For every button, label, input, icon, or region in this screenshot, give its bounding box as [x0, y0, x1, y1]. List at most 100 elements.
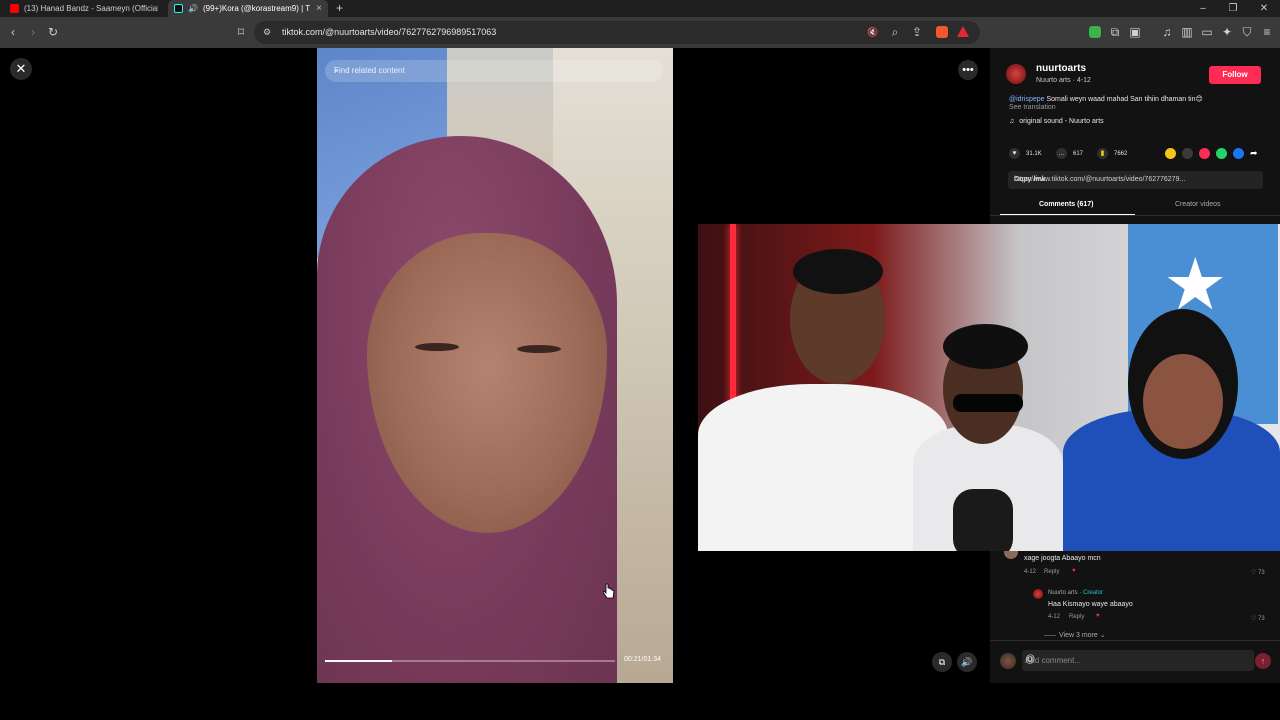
- like-count: 31.1K: [1026, 150, 1042, 157]
- browser-toolbar: ‹ › ↻ ⌑ ⚙ tiktok.com/@nuurtoarts/video/7…: [0, 17, 1280, 48]
- repost-icon[interactable]: [1165, 148, 1176, 159]
- more-options-button[interactable]: •••: [958, 60, 978, 80]
- tab-comments[interactable]: Comments (617): [1039, 201, 1093, 208]
- microphone-icon: [953, 489, 1013, 551]
- video-time: 00:21/01:34: [624, 656, 661, 663]
- video-progress-fill: [325, 660, 392, 662]
- brave-shield-icon[interactable]: [936, 26, 948, 38]
- mute-icon[interactable]: 🔇: [866, 25, 880, 39]
- tiktok-icon: [174, 4, 183, 13]
- vpn-icon[interactable]: ⛉: [1240, 25, 1254, 39]
- reload-icon[interactable]: ↻: [46, 25, 60, 39]
- related-search-input[interactable]: Find related content ⌕: [325, 60, 663, 82]
- maximize-button[interactable]: ❐: [1218, 0, 1248, 17]
- comment-text: xage joogta Abaayo mcn: [1024, 555, 1101, 562]
- comment-like-count: 73: [1258, 570, 1265, 576]
- reply-button[interactable]: Reply: [1044, 569, 1059, 575]
- commenter-avatar[interactable]: [1004, 551, 1018, 559]
- creator-reply-avatar[interactable]: [1033, 589, 1043, 599]
- view-more-divider: [1044, 634, 1056, 636]
- browser-tab-tiktok[interactable]: 🔊 (99+)Kora (@korastream9) | T ×: [168, 0, 328, 17]
- share-link-box: https://www.tiktok.com/@nuurtoarts/video…: [1008, 171, 1263, 189]
- whatsapp-icon[interactable]: [1216, 148, 1227, 159]
- brave-rewards-icon[interactable]: [957, 26, 969, 37]
- sound-link[interactable]: ♫ original sound - Nuurto arts: [1009, 118, 1104, 125]
- comment-like[interactable]: ♡ 73: [1251, 569, 1265, 576]
- close-tab-icon[interactable]: ×: [316, 3, 322, 14]
- separator: ·: [1079, 590, 1082, 596]
- creator-username[interactable]: nuurtoarts: [1036, 63, 1086, 74]
- music-note-icon: ♫: [1009, 118, 1015, 125]
- tab-label: (99+)Kora (@korastream9) | T: [202, 4, 311, 13]
- extensions-icon[interactable]: ⧉: [1108, 25, 1122, 39]
- streamer-person-left: [698, 384, 948, 551]
- video-progress-bar[interactable]: [325, 660, 615, 662]
- share-icon[interactable]: ⇪: [910, 25, 924, 39]
- floating-player-button[interactable]: ⧉: [932, 652, 952, 672]
- comment-composer: Add comment... @ ☺ ↑: [990, 640, 1280, 683]
- extension-green-icon[interactable]: [1089, 26, 1101, 38]
- save-stat[interactable]: ▮ 7662: [1097, 148, 1127, 159]
- browser-tab-youtube[interactable]: (13) Hanad Bandz - Saameyn (Official: [4, 0, 164, 17]
- menu-icon[interactable]: ≡: [1260, 25, 1274, 39]
- forward-icon[interactable]: ›: [26, 25, 40, 39]
- new-tab-button[interactable]: +: [336, 1, 343, 15]
- share-arrow-icon[interactable]: ➦: [1250, 148, 1261, 159]
- close-video-button[interactable]: ✕: [10, 58, 32, 80]
- video-player[interactable]: Find related content ⌕ 00:21/01:34: [317, 48, 673, 683]
- youtube-icon: [10, 4, 19, 13]
- send-comment-button[interactable]: ↑: [1255, 653, 1271, 669]
- window-close-button[interactable]: ✕: [1249, 0, 1279, 17]
- minimize-button[interactable]: –: [1188, 0, 1218, 17]
- comment-stat[interactable]: … 617: [1056, 148, 1083, 159]
- back-icon[interactable]: ‹: [6, 25, 20, 39]
- volume-button[interactable]: 🔊: [957, 652, 977, 672]
- panel-tabs: Comments (617) Creator videos: [990, 198, 1280, 216]
- screenshot-icon[interactable]: ▣: [1128, 25, 1142, 39]
- leo-ai-icon[interactable]: ✦: [1220, 25, 1234, 39]
- creator-avatar[interactable]: [1006, 64, 1026, 84]
- comment-date: 4-12: [1048, 614, 1061, 620]
- bookmark-icon[interactable]: ⌑: [234, 25, 248, 39]
- caption-mention[interactable]: @idrispepe: [1009, 96, 1045, 103]
- reply-button[interactable]: Reply: [1069, 614, 1084, 620]
- comment-date: 4-12: [1024, 569, 1037, 575]
- streamer-face-right: [1143, 354, 1223, 449]
- like-stat[interactable]: ♥ 31.1K: [1009, 148, 1042, 159]
- view-more-replies[interactable]: View 3 more ⌄: [1044, 631, 1106, 639]
- chevron-down-icon: ⌄: [1099, 632, 1106, 639]
- site-info-icon[interactable]: ⚙: [260, 25, 274, 39]
- creator-liked-icon: ♥: [1096, 613, 1100, 619]
- follow-button[interactable]: Follow: [1209, 66, 1261, 84]
- wallet-icon[interactable]: ▭: [1200, 25, 1214, 39]
- video-subject-eye: [517, 345, 561, 353]
- comment-text: Haa Kismayo waye abaayo: [1048, 601, 1133, 608]
- user-avatar[interactable]: [1000, 653, 1016, 669]
- sound-label: original sound - Nuurto arts: [1019, 118, 1104, 125]
- send-to-friends-icon[interactable]: [1199, 148, 1210, 159]
- music-icon[interactable]: ♫: [1160, 25, 1174, 39]
- bookmark-fill-icon: ▮: [1097, 148, 1108, 159]
- comment-like[interactable]: ♡ 73: [1251, 615, 1265, 622]
- creator-reply-header: Nuurto arts · Creator: [1048, 590, 1103, 596]
- comment-input[interactable]: Add comment... @ ☺: [1022, 650, 1254, 671]
- caption-text: Somali weyn waad mahad San tihiin dhaman…: [1044, 96, 1203, 103]
- sidebar-icon[interactable]: ▥: [1180, 25, 1194, 39]
- browser-tabstrip: (13) Hanad Bandz - Saameyn (Official 🔊 (…: [0, 0, 1280, 17]
- creator-tag: Creator: [1083, 590, 1104, 596]
- zoom-icon[interactable]: ⌕: [888, 25, 902, 39]
- see-translation-link[interactable]: See translation: [1009, 104, 1056, 111]
- tab-creator-videos[interactable]: Creator videos: [1175, 201, 1221, 208]
- copy-link-button[interactable]: Copy link: [1014, 176, 1257, 183]
- comment-icon: …: [1056, 148, 1067, 159]
- save-count: 7662: [1114, 150, 1128, 157]
- creator-liked-icon: ♥: [1072, 568, 1076, 574]
- search-icon[interactable]: ⌕: [334, 65, 654, 76]
- facebook-icon[interactable]: [1233, 148, 1244, 159]
- emoji-icon[interactable]: ☺: [1025, 654, 1248, 665]
- embed-icon[interactable]: [1182, 148, 1193, 159]
- speaker-icon: 🔊: [188, 4, 198, 13]
- streamer-camera-overlay: ★: [698, 224, 1280, 551]
- video-subject-eye: [415, 343, 459, 351]
- creator-reply-author[interactable]: Nuurto arts: [1048, 590, 1078, 596]
